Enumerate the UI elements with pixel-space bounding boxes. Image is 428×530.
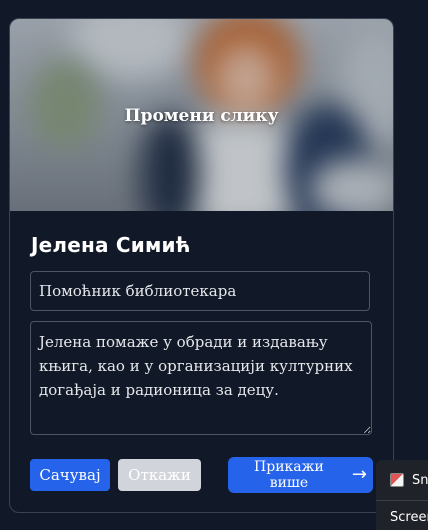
popup-item-snip[interactable]: Sn bbox=[376, 468, 428, 492]
popup-item-label: Sn bbox=[412, 472, 428, 488]
popup-item-screen[interactable]: Screen bbox=[390, 510, 428, 525]
show-more-button[interactable]: Прикажи више → bbox=[228, 457, 373, 493]
bio-textarea[interactable]: Јелена помаже у обради и издавању књига,… bbox=[30, 321, 372, 435]
cancel-button[interactable]: Откажи bbox=[118, 459, 201, 491]
snipping-tool-icon bbox=[390, 473, 404, 487]
arrow-right-icon: → bbox=[351, 464, 367, 485]
job-title-input[interactable] bbox=[30, 271, 370, 311]
profile-card: Промени слику Јелена Симић Јелена помаже… bbox=[9, 18, 394, 513]
profile-name: Јелена Симић bbox=[31, 233, 191, 257]
context-popup: Sn Screen bbox=[376, 460, 428, 530]
show-more-label: Прикажи више bbox=[254, 459, 324, 491]
change-photo-button[interactable]: Промени слику bbox=[125, 106, 279, 126]
profile-photo[interactable]: Промени слику bbox=[10, 19, 393, 211]
photo-overlay[interactable]: Промени слику bbox=[10, 19, 393, 211]
popup-divider bbox=[376, 500, 428, 501]
save-button[interactable]: Сачувај bbox=[30, 459, 110, 491]
